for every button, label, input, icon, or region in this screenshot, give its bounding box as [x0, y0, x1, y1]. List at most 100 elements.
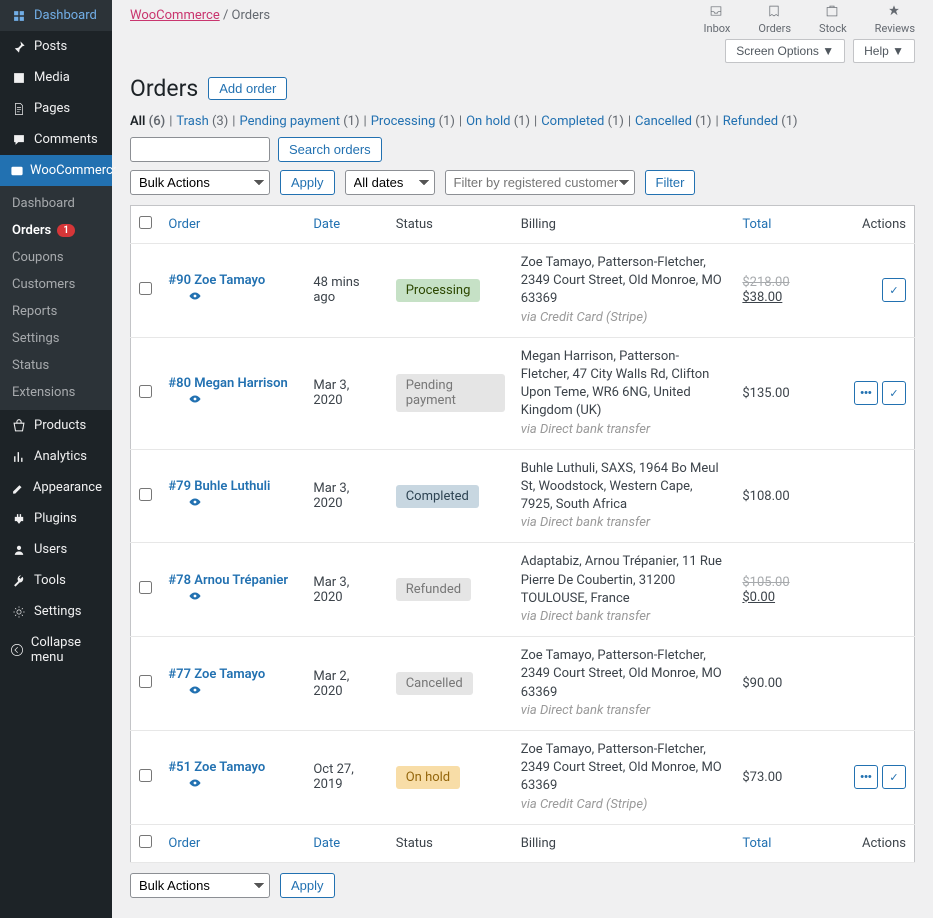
sidebar-settings[interactable]: Settings: [0, 596, 112, 627]
order-link[interactable]: #80 Megan Harrison: [168, 376, 287, 391]
topbar-inbox[interactable]: Inbox: [704, 4, 731, 35]
view-cancelled[interactable]: Cancelled (1): [635, 114, 711, 129]
sidebar-item-label: Posts: [34, 39, 67, 54]
view-completed[interactable]: Completed (1): [541, 114, 624, 129]
col-date-header[interactable]: Date: [313, 217, 340, 232]
badge: 1: [57, 224, 75, 237]
sidebar-sub-reports[interactable]: Reports: [0, 298, 112, 325]
sidebar-posts[interactable]: Posts: [0, 31, 112, 62]
orders-icon: [767, 4, 783, 20]
view-all[interactable]: All (6): [130, 114, 165, 129]
search-input[interactable]: [130, 137, 270, 162]
sidebar-appearance[interactable]: Appearance: [0, 472, 112, 503]
col-date-footer[interactable]: Date: [313, 836, 340, 851]
preview-icon[interactable]: [188, 288, 202, 307]
view-on-hold[interactable]: On hold (1): [466, 114, 530, 129]
sidebar-item-label: Comments: [34, 132, 98, 147]
order-link[interactable]: #51 Zoe Tamayo: [168, 760, 265, 775]
view-pending-payment[interactable]: Pending payment (1): [239, 114, 359, 129]
preview-icon[interactable]: [188, 682, 202, 701]
order-row[interactable]: #77 Zoe TamayoMar 2, 2020CancelledZoe Ta…: [131, 637, 915, 731]
select-all-checkbox[interactable]: [139, 216, 152, 229]
sidebar-sub-coupons[interactable]: Coupons: [0, 244, 112, 271]
breadcrumb-woo[interactable]: WooCommerce: [130, 8, 220, 23]
row-checkbox[interactable]: [139, 769, 152, 782]
order-row[interactable]: #78 Arnou TrépanierMar 3, 2020RefundedAd…: [131, 543, 915, 637]
sidebar-users[interactable]: Users: [0, 534, 112, 565]
complete-button[interactable]: ✓: [882, 765, 906, 789]
col-total-header[interactable]: Total: [742, 217, 771, 232]
billing-address: Zoe Tamayo, Patterson-Fletcher, 2349 Cou…: [521, 742, 722, 793]
topbar-orders[interactable]: Orders: [758, 4, 791, 35]
col-order-header[interactable]: Order: [168, 217, 200, 232]
select-all-checkbox-footer[interactable]: [139, 835, 152, 848]
preview-icon[interactable]: [188, 775, 202, 794]
order-row[interactable]: #51 Zoe TamayoOct 27, 2019On holdZoe Tam…: [131, 730, 915, 824]
sidebar-plugins[interactable]: Plugins: [0, 503, 112, 534]
order-row[interactable]: #90 Zoe Tamayo48 mins agoProcessingZoe T…: [131, 244, 915, 338]
more-actions-button[interactable]: •••: [854, 381, 878, 405]
sidebar-sub-customers[interactable]: Customers: [0, 271, 112, 298]
row-checkbox[interactable]: [139, 385, 152, 398]
total: $90.00: [742, 676, 782, 691]
sidebar-comments[interactable]: Comments: [0, 124, 112, 155]
order-link[interactable]: #79 Buhle Luthuli: [168, 479, 270, 494]
orders-table: Order Date Status Billing Total Actions …: [130, 205, 915, 863]
customer-filter-select[interactable]: Filter by registered customer: [445, 170, 635, 195]
row-checkbox[interactable]: [139, 675, 152, 688]
preview-icon[interactable]: [188, 588, 202, 607]
row-checkbox[interactable]: [139, 488, 152, 501]
topbar-stock[interactable]: Stock: [819, 4, 847, 35]
sidebar-woocommerce[interactable]: WooCommerce: [0, 155, 112, 186]
view-processing[interactable]: Processing (1): [371, 114, 455, 129]
sidebar-media[interactable]: Media: [0, 62, 112, 93]
preview-icon[interactable]: [188, 391, 202, 410]
sidebar-item-label: Users: [34, 542, 67, 557]
sidebar-pages[interactable]: Pages: [0, 93, 112, 124]
complete-button[interactable]: ✓: [882, 381, 906, 405]
order-link[interactable]: #90 Zoe Tamayo: [168, 273, 265, 288]
view-refunded[interactable]: Refunded (1): [723, 114, 798, 129]
total-original: $105.00: [742, 575, 789, 590]
complete-button[interactable]: ✓: [882, 278, 906, 302]
col-order-footer[interactable]: Order: [168, 836, 200, 851]
products-icon: [10, 419, 28, 433]
sidebar-sub-extensions[interactable]: Extensions: [0, 379, 112, 406]
sidebar-sub-orders[interactable]: Orders1: [0, 217, 112, 244]
screen-options-button[interactable]: Screen Options ▼: [725, 39, 845, 63]
filter-button[interactable]: Filter: [645, 170, 696, 195]
main-content: WooCommerce / Orders InboxOrdersStockRev…: [112, 0, 933, 918]
apply-button-bottom[interactable]: Apply: [280, 873, 335, 898]
billing-address: Zoe Tamayo, Patterson-Fletcher, 2349 Cou…: [521, 255, 722, 306]
sidebar-dashboard[interactable]: Dashboard: [0, 0, 112, 31]
col-total-footer[interactable]: Total: [742, 836, 771, 851]
order-link[interactable]: #78 Arnou Trépanier: [168, 573, 288, 588]
dashboard-icon: [10, 9, 28, 23]
topbar-reviews[interactable]: Reviews: [875, 4, 915, 35]
bulk-actions-select-bottom[interactable]: Bulk Actions: [130, 873, 270, 898]
sidebar-sub-settings[interactable]: Settings: [0, 325, 112, 352]
date-filter-select[interactable]: All dates: [345, 170, 435, 195]
more-actions-button[interactable]: •••: [854, 765, 878, 789]
add-order-button[interactable]: Add order: [208, 77, 287, 100]
sidebar-tools[interactable]: Tools: [0, 565, 112, 596]
sidebar-sub-dashboard[interactable]: Dashboard: [0, 190, 112, 217]
order-row[interactable]: #79 Buhle LuthuliMar 3, 2020CompletedBuh…: [131, 449, 915, 543]
bulk-actions-select[interactable]: Bulk Actions: [130, 170, 270, 195]
apply-button[interactable]: Apply: [280, 170, 335, 195]
help-button[interactable]: Help ▼: [853, 39, 915, 63]
order-row[interactable]: #80 Megan HarrisonMar 3, 2020Pending pay…: [131, 337, 915, 449]
preview-icon[interactable]: [188, 494, 202, 513]
sidebar-analytics[interactable]: Analytics: [0, 441, 112, 472]
inbox-icon: [709, 4, 725, 20]
row-checkbox[interactable]: [139, 581, 152, 594]
status-badge: Pending payment: [396, 374, 505, 412]
row-checkbox[interactable]: [139, 282, 152, 295]
sidebar-collapse-menu[interactable]: Collapse menu: [0, 627, 112, 673]
order-link[interactable]: #77 Zoe Tamayo: [168, 667, 265, 682]
page-icon: [10, 102, 28, 116]
sidebar-products[interactable]: Products: [0, 410, 112, 441]
search-orders-button[interactable]: Search orders: [278, 137, 382, 162]
sidebar-sub-status[interactable]: Status: [0, 352, 112, 379]
view-trash[interactable]: Trash (3): [176, 114, 228, 129]
